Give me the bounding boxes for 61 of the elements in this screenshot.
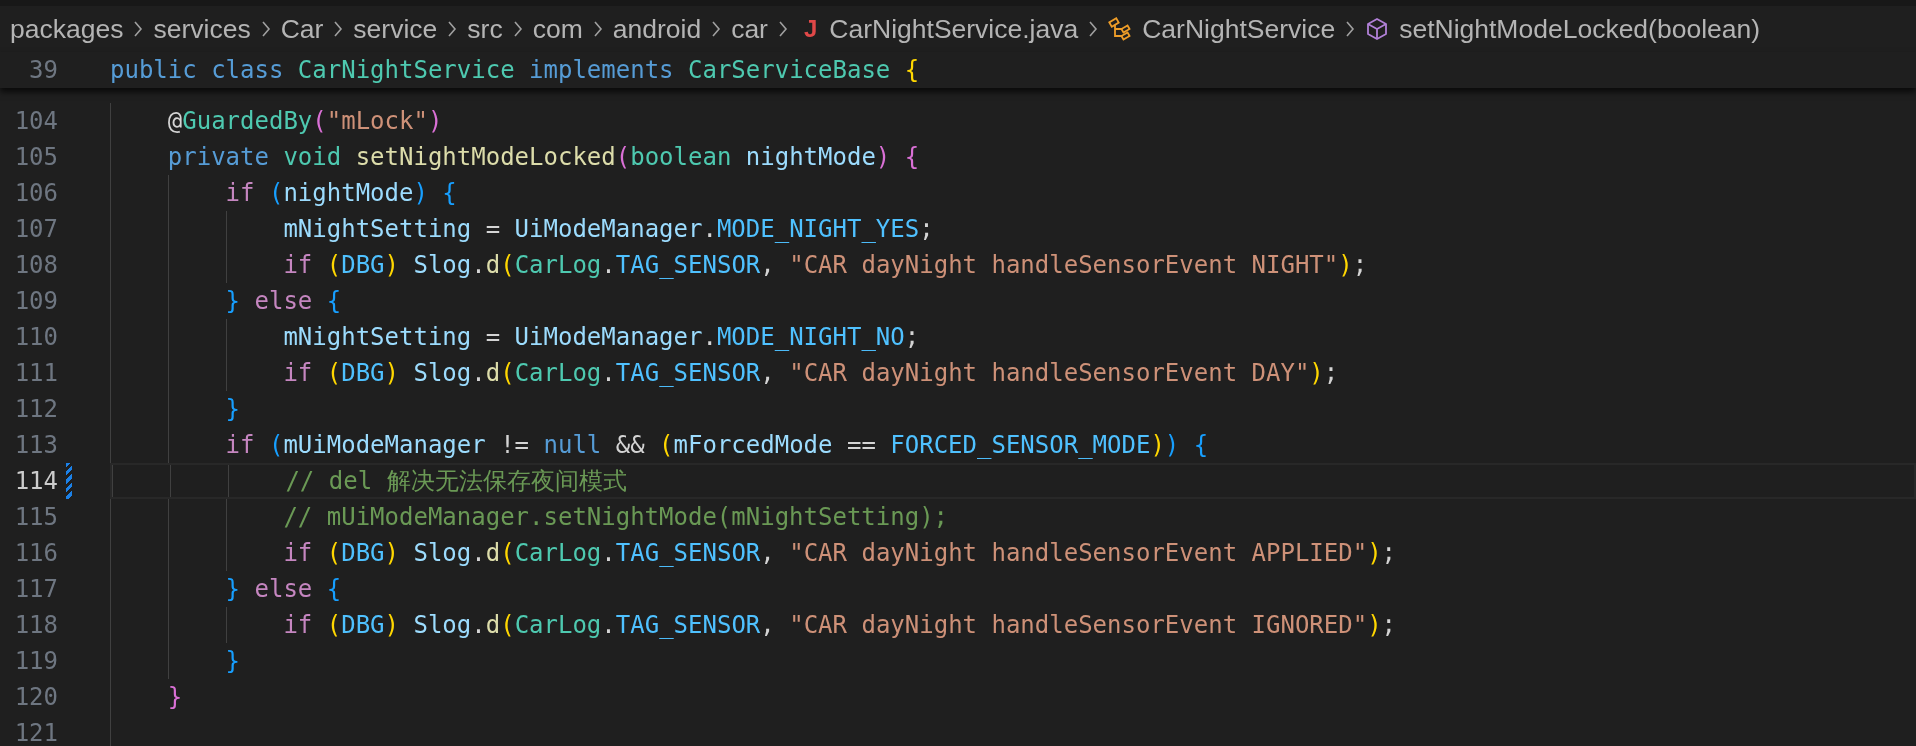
line-number: 109 <box>13 287 58 315</box>
code-line: } else { <box>224 575 342 603</box>
code-line: mNightSetting = UiModeManager.MODE_NIGHT_YES; <box>282 215 934 243</box>
line-number: 112 <box>13 395 58 423</box>
java-file-icon: J <box>803 15 818 43</box>
code-line: } <box>224 395 241 423</box>
breadcrumb-item[interactable]: car <box>731 13 768 45</box>
breadcrumb-item[interactable]: services <box>153 13 251 45</box>
chevron-right-icon <box>260 21 271 37</box>
line-number: 118 <box>13 611 58 639</box>
line-number: 110 <box>13 323 58 351</box>
chevron-right-icon <box>333 21 344 37</box>
code-line: // del 解决无法保存夜间模式 <box>284 466 627 497</box>
code-line: } else { <box>224 287 342 315</box>
breadcrumb-item[interactable]: Car <box>280 13 324 45</box>
line-number: 106 <box>13 179 58 207</box>
line-number: 117 <box>13 575 58 603</box>
line-number: 121 <box>13 719 58 746</box>
breadcrumb-item[interactable]: service <box>353 13 438 45</box>
chevron-right-icon <box>777 21 788 37</box>
code-line: // mUiModeManager.setNightMode(mNightSetting); <box>282 503 949 531</box>
cube-icon <box>1365 17 1390 41</box>
code-line: } <box>166 683 183 711</box>
breadcrumb-item[interactable]: android <box>612 13 702 45</box>
code-line: mNightSetting = UiModeManager.MODE_NIGHT_NO; <box>282 323 920 351</box>
line-number: 119 <box>13 647 58 675</box>
line-number: 120 <box>13 683 58 711</box>
code-line: if (DBG) Slog.d(CarLog.TAG_SENSOR, "CAR dayNight handleSensorEvent NIGHT"); <box>282 251 1368 279</box>
line-number: 114 <box>13 467 58 495</box>
line-number: 107 <box>13 215 58 243</box>
breadcrumb-item[interactable]: CarNightService.java <box>829 13 1079 45</box>
code-line: if (nightMode) { <box>224 179 457 207</box>
chevron-right-icon <box>447 21 458 37</box>
line-number: 108 <box>13 251 58 279</box>
breadcrumb-item[interactable]: packages <box>10 13 124 45</box>
code-line: private void setNightModeLocked(boolean nightMode) { <box>166 143 920 171</box>
chevron-right-icon <box>711 21 722 37</box>
line-number: 104 <box>13 107 58 135</box>
code-line: if (DBG) Slog.d(CarLog.TAG_SENSOR, "CAR dayNight handleSensorEvent DAY"); <box>282 359 1339 387</box>
code-line: if (DBG) Slog.d(CarLog.TAG_SENSOR, "CAR dayNight handleSensorEvent APPLIED"); <box>282 539 1397 567</box>
line-number: 111 <box>13 359 58 387</box>
breadcrumb-item[interactable]: src <box>467 13 503 45</box>
chevron-right-icon <box>512 21 523 37</box>
line-number: 115 <box>13 503 58 531</box>
code-line: if (mUiModeManager != null && (mForcedMode == FORCED_SENSOR_MODE)) { <box>224 431 1209 459</box>
chevron-right-icon <box>592 21 603 37</box>
breadcrumb-item[interactable]: setNightModeLocked(boolean) <box>1399 13 1761 45</box>
class-icon <box>1108 17 1133 41</box>
line-number: 39 <box>28 56 58 84</box>
code-line: } <box>224 647 241 675</box>
code-line: @GuardedBy("mLock") <box>166 107 443 135</box>
line-number: 105 <box>13 143 58 171</box>
line-number: 113 <box>13 431 58 459</box>
line-number: 116 <box>13 539 58 567</box>
breadcrumb-item[interactable]: com <box>532 13 583 45</box>
chevron-right-icon <box>133 21 144 37</box>
breadcrumb-item[interactable]: CarNightService <box>1142 13 1336 45</box>
code-line: if (DBG) Slog.d(CarLog.TAG_SENSOR, "CAR dayNight handleSensorEvent IGNORED"); <box>282 611 1397 639</box>
code-line: public class CarNightService implements CarServiceBase { <box>110 56 920 84</box>
chevron-right-icon <box>1088 21 1099 37</box>
chevron-right-icon <box>1345 21 1356 37</box>
